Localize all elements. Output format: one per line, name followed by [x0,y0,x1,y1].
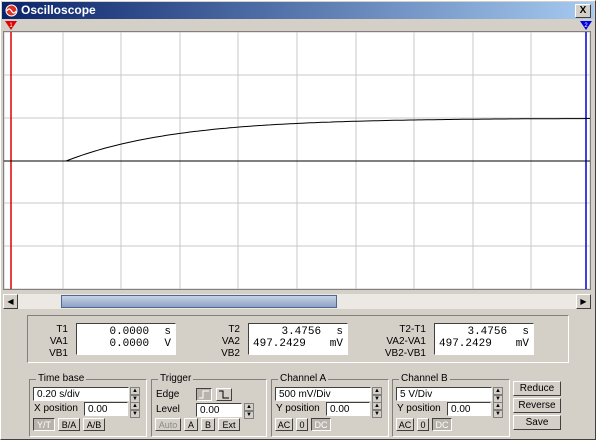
window-title: Oscilloscope [21,3,96,17]
time-scrollbar[interactable]: ◀ ▶ [3,294,591,309]
channel-a-dc-button[interactable]: DC [311,418,331,431]
trigger-auto-button[interactable]: Auto [155,418,181,431]
trigger-a-button[interactable]: A [184,418,198,431]
measurement-readout: T1 VA1 VB1 0.0000 s 0.0000 V T2 VA2 VB2 3.4756… [27,315,569,363]
ba-mode-button[interactable]: B/A [58,418,80,431]
x-position-spinner[interactable]: ▲ ▼ [130,402,140,418]
timebase-title: Time base [36,373,87,384]
oscilloscope-app-icon [5,4,18,17]
channel-b-ac-button[interactable]: AC [396,418,414,431]
t1-values: 0.0000 s 0.0000 V [76,323,176,355]
falling-edge-icon [219,390,229,399]
rising-edge-icon [199,390,209,399]
scroll-right-button[interactable]: ▶ [576,294,591,309]
trigger-level-field[interactable]: 0.00 [196,403,242,417]
timebase-scale-spinner[interactable]: ▲ ▼ [130,387,140,403]
t2-labels: T2 VA2 VB2 [221,324,240,359]
reduce-button[interactable]: Reduce [513,381,561,396]
falling-edge-button[interactable] [216,388,232,401]
scope-screen[interactable] [3,31,591,290]
trigger-ext-button[interactable]: Ext [218,418,240,431]
rising-edge-button[interactable] [196,388,212,401]
diff-values: 3.4756 s 497.2429 mV [434,323,534,355]
timebase-group: Time base 0.20 s/div ▲ ▼ X position 0.00 … [29,373,147,437]
channel-b-scale-spinner[interactable]: ▲ ▼ [493,387,503,403]
scroll-thumb[interactable] [61,295,337,308]
x-position-label: X position [34,403,78,414]
channel-b-ypos-field[interactable]: 0.00 [447,402,491,416]
oscilloscope-window: Oscilloscope X 1 2 ◀ ▶ T1 VA1 VB1 0.0000 s … [0,0,596,440]
edge-label: Edge [156,389,180,400]
channel-a-zero-button[interactable]: 0 [296,418,308,431]
t2-values: 3.4756 s 497.2429 mV [248,323,348,355]
channel-a-ypos-label: Y position [276,403,320,414]
scroll-left-button[interactable]: ◀ [3,294,18,309]
channel-a-scale-field[interactable]: 500 mV/Div [275,387,371,401]
channel-a-title: Channel A [278,373,329,384]
channel-b-ypos-label: Y position [397,403,441,414]
t1-labels: T1 VA1 VB1 [49,324,68,359]
channel-a-ypos-spinner[interactable]: ▲ ▼ [372,402,382,418]
channel-b-ypos-spinner[interactable]: ▲ ▼ [493,402,503,418]
title-bar[interactable]: Oscilloscope X [2,2,594,19]
level-label: Level [156,404,180,415]
channel-a-group: Channel A 500 mV/Div ▲ ▼ Y position 0.00 … [271,373,389,437]
channel-a-ypos-field[interactable]: 0.00 [326,402,370,416]
yt-mode-button[interactable]: Y/T [33,418,55,431]
channel-b-scale-field[interactable]: 5 V/Div [396,387,492,401]
trigger-b-button[interactable]: B [201,418,215,431]
trigger-group: Trigger Edge Level 0.00 ▲ ▼ Auto A B Ext [151,373,267,437]
cursor-1-handle[interactable]: 1 [5,21,17,31]
save-button[interactable]: Save [513,415,561,430]
diff-labels: T2-T1 VA2-VA1 VB2-VB1 [384,324,426,359]
reverse-button[interactable]: Reverse [513,398,561,413]
channel-b-zero-button[interactable]: 0 [417,418,429,431]
channel-b-title: Channel B [399,373,450,384]
channel-a-scale-spinner[interactable]: ▲ ▼ [372,387,382,403]
ab-mode-button[interactable]: A/B [83,418,105,431]
scope-display [4,32,590,289]
channel-b-group: Channel B 5 V/Div ▲ ▼ Y position 0.00 ▲ ▼ … [392,373,510,437]
timebase-scale-field[interactable]: 0.20 s/div [33,387,129,401]
trigger-title: Trigger [158,373,194,384]
close-button[interactable]: X [575,4,591,18]
cursor-2-handle[interactable]: 2 [580,21,592,31]
x-position-field[interactable]: 0.00 [84,402,128,416]
trigger-level-spinner[interactable]: ▲ ▼ [244,403,254,419]
channel-a-ac-button[interactable]: AC [275,418,293,431]
channel-b-dc-button[interactable]: DC [432,418,452,431]
